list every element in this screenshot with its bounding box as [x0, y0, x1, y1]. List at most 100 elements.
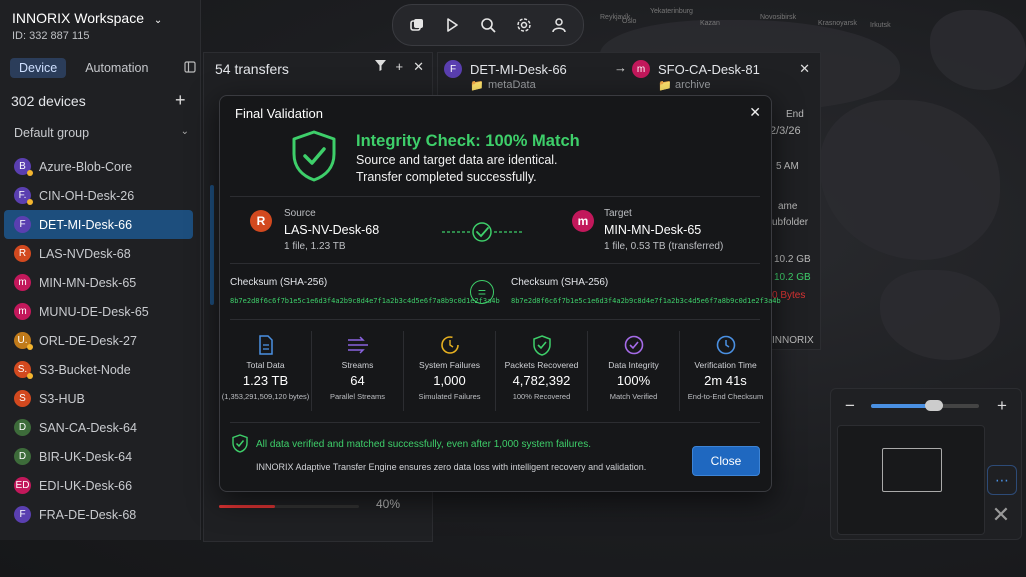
- close-button[interactable]: Close: [692, 446, 760, 476]
- shield-check-icon: [232, 434, 248, 453]
- device-name: S3-HUB: [39, 391, 85, 406]
- gear-icon[interactable]: [512, 13, 536, 37]
- disconnect-icon[interactable]: ✕: [987, 501, 1015, 529]
- avatar: S: [14, 390, 31, 407]
- map-label: Yekaterinburg: [650, 8, 693, 15]
- sidebar-toggle-icon[interactable]: [184, 60, 196, 76]
- add-transfer-button[interactable]: +: [396, 59, 404, 75]
- stat-value: 1,000: [433, 373, 466, 388]
- stat-footnote: Match Verified: [609, 392, 658, 401]
- stat-label: Streams: [341, 360, 374, 370]
- filter-icon[interactable]: [374, 59, 386, 75]
- target-name: MIN-MN-Desk-65: [604, 223, 702, 237]
- map-landmass: [930, 10, 1026, 90]
- zoom-out-button[interactable]: −: [839, 395, 861, 417]
- check-circle-icon: [588, 331, 679, 359]
- device-item[interactable]: m MIN-MN-Desk-65: [4, 268, 193, 297]
- arrow-right-icon: →: [614, 60, 627, 75]
- search-icon[interactable]: [476, 13, 500, 37]
- stats-row: Total Data 1.23 TB (1,353,291,509,120 byte…: [220, 331, 771, 411]
- integrity-subtext: Source and target data are identical.: [356, 153, 558, 167]
- status-dot: [27, 344, 33, 350]
- zoom-slider-thumb[interactable]: [924, 400, 943, 411]
- device-panel: INNORIX Workspace ⌄ ID: 332 887 115 Devi…: [0, 0, 201, 540]
- status-dot: [27, 373, 33, 379]
- zoom-slider[interactable]: [871, 400, 979, 411]
- close-icon[interactable]: ✕: [413, 59, 424, 75]
- avatar: m: [14, 303, 31, 320]
- status-dot: [27, 170, 33, 176]
- device-list: B Azure-Blob-Core F. CIN-OH-Desk-26 F DET-MI-…: [4, 152, 193, 529]
- device-item[interactable]: U. ORL-DE-Desk-27: [4, 326, 193, 355]
- divider: [230, 319, 760, 320]
- device-item[interactable]: R LAS-NVDesk-68: [4, 239, 193, 268]
- avatar: D: [14, 419, 31, 436]
- source-label: Source: [284, 208, 316, 219]
- stat-card: Streams 64 Parallel Streams: [312, 331, 404, 411]
- user-icon[interactable]: [547, 13, 571, 37]
- detail-source: F DET-MI-Desk-66: [444, 60, 567, 78]
- device-name: FRA-DE-Desk-68: [39, 507, 137, 522]
- device-name: Azure-Blob-Core: [39, 159, 133, 174]
- device-item[interactable]: F FRA-DE-Desk-68: [4, 500, 193, 529]
- transfers-count: 54 transfers: [215, 61, 289, 77]
- stat-label: Packets Recovered: [504, 360, 579, 370]
- remote-desktop-icon[interactable]: [405, 13, 429, 37]
- map-label: Krasnoyarsk: [818, 20, 857, 27]
- map-landmass: [880, 270, 1000, 360]
- source-info: 1 file, 1.23 TB: [284, 241, 346, 252]
- detail-source-folder: metaData: [488, 79, 536, 91]
- grid-toggle-icon[interactable]: ⋯: [987, 465, 1017, 495]
- workspace-selector[interactable]: INNORIX Workspace ⌄: [12, 10, 162, 26]
- device-item[interactable]: S. S3-Bucket-Node: [4, 355, 193, 384]
- zoom-in-button[interactable]: +: [991, 395, 1013, 417]
- device-item[interactable]: S S3-HUB: [4, 384, 193, 413]
- column-header-end: End: [786, 109, 804, 120]
- name-header: ame: [778, 201, 798, 212]
- map-label: Novosibirsk: [760, 14, 797, 21]
- minimap[interactable]: [837, 425, 985, 535]
- brand-label: INNORIX: [772, 335, 814, 346]
- folder-icon: 📁: [658, 80, 672, 92]
- device-name: LAS-NVDesk-68: [39, 246, 131, 261]
- streams-icon: [312, 331, 403, 359]
- stat-card: Verification Time 2m 41s End-to-End Checks…: [680, 331, 771, 411]
- stat-card: Packets Recovered 4,782,392 100% Recovered: [496, 331, 588, 411]
- avatar: R: [14, 245, 31, 262]
- zoom-panel: − + ⋯ ✕: [830, 388, 1022, 540]
- play-icon[interactable]: [440, 13, 464, 37]
- checksum-source-hash[interactable]: 8b7e2d8f6c6f7b1e5c1e6d3f4a2b9c8d4e7f1a2b…: [230, 297, 500, 305]
- avatar: R: [250, 210, 272, 232]
- stat-label: Verification Time: [694, 360, 757, 370]
- device-item[interactable]: m MUNU-DE-Desk-65: [4, 297, 193, 326]
- add-device-button[interactable]: +: [175, 90, 186, 111]
- avatar: U.: [14, 332, 33, 350]
- device-item[interactable]: ED EDI-UK-Desk-66: [4, 471, 193, 500]
- device-item[interactable]: F DET-MI-Desk-66: [4, 210, 193, 239]
- target-info: 1 file, 0.53 TB (transferred): [604, 241, 724, 252]
- divider: [230, 263, 760, 264]
- device-name: BIR-UK-Desk-64: [39, 449, 133, 464]
- selected-transfer-indicator: [210, 185, 214, 305]
- folder-icon: 📁: [470, 80, 484, 92]
- end-date-value: 2/3/26: [770, 125, 801, 137]
- device-item[interactable]: D BIR-UK-Desk-64: [4, 442, 193, 471]
- final-validation-dialog: Final Validation ✕ Integrity Check: 100%…: [219, 95, 781, 492]
- minimap-viewport[interactable]: [882, 448, 942, 492]
- device-name: DET-MI-Desk-66: [39, 217, 133, 232]
- close-icon[interactable]: ✕: [749, 104, 761, 121]
- device-name: SAN-CA-Desk-64: [39, 420, 137, 435]
- device-item[interactable]: D SAN-CA-Desk-64: [4, 413, 193, 442]
- device-item[interactable]: F. CIN-OH-Desk-26: [4, 181, 193, 210]
- group-label: Default group: [14, 126, 90, 140]
- device-tabs: Device Automation: [10, 57, 196, 79]
- tab-device[interactable]: Device: [10, 58, 67, 78]
- device-item[interactable]: B Azure-Blob-Core: [4, 152, 193, 181]
- size-value: 10.2 GB: [774, 272, 811, 283]
- group-selector[interactable]: Default group ⌄: [14, 126, 189, 140]
- tab-automation[interactable]: Automation: [76, 58, 157, 78]
- checksum-target-hash[interactable]: 8b7e2d8f6c6f7b1e5c1e6d3f4a2b9c8d4e7f1a2b…: [511, 297, 781, 305]
- divider: [230, 422, 760, 423]
- file-icon: [220, 331, 311, 359]
- close-icon[interactable]: ✕: [799, 61, 810, 77]
